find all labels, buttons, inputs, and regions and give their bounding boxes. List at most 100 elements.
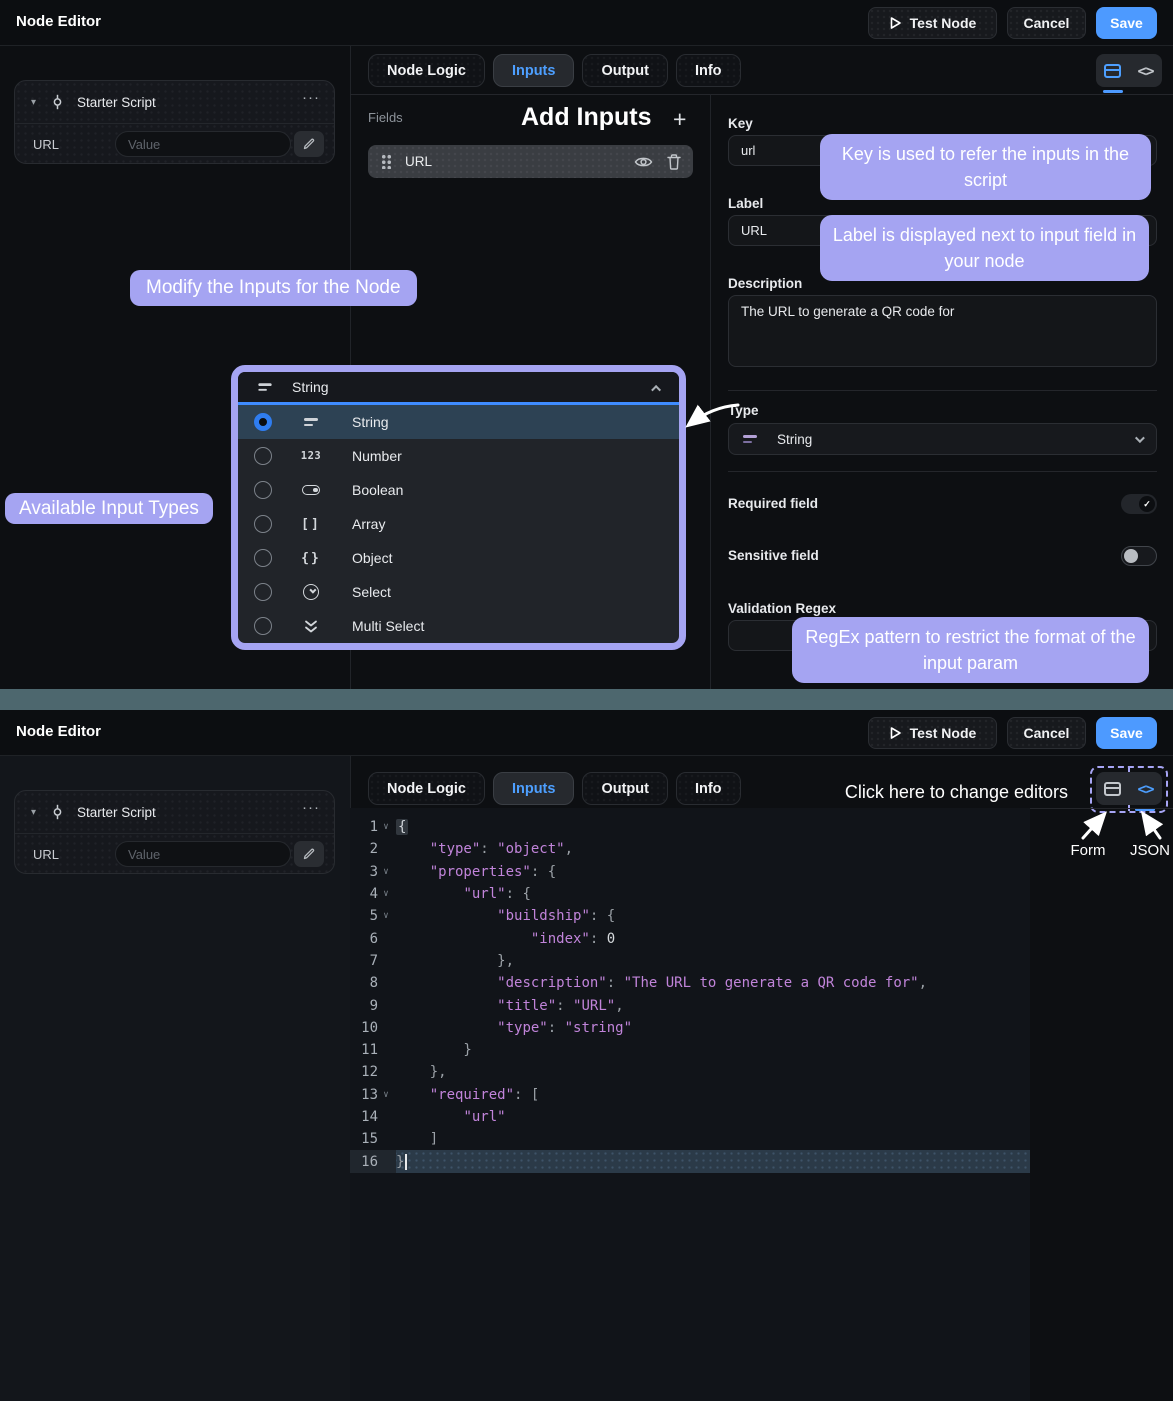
radio-icon[interactable] bbox=[254, 617, 272, 635]
cancel-button[interactable]: Cancel bbox=[1007, 7, 1086, 39]
form-view-button[interactable] bbox=[1096, 54, 1129, 87]
tab-output[interactable]: Output bbox=[582, 772, 668, 805]
tab-node-logic[interactable]: Node Logic bbox=[368, 772, 485, 805]
type-option-number[interactable]: 123Number bbox=[238, 439, 679, 473]
code-line[interactable]: 13∨ "required": [ bbox=[350, 1084, 1030, 1106]
required-toggle[interactable]: ✓ bbox=[1121, 494, 1157, 514]
type-option-object[interactable]: {}Object bbox=[238, 541, 679, 575]
label-callout: Label is displayed next to input field i… bbox=[820, 215, 1149, 281]
json-code-editor[interactable]: 1∨{2 "type": "object",3∨ "properties": {… bbox=[350, 808, 1030, 1401]
radio-icon[interactable] bbox=[254, 413, 272, 431]
code-line[interactable]: 14 "url" bbox=[350, 1106, 1030, 1128]
gutter: 9 bbox=[350, 994, 396, 1016]
code-line[interactable]: 4∨ "url": { bbox=[350, 883, 1030, 905]
collapse-caret-icon[interactable]: ▾ bbox=[31, 807, 36, 818]
divider bbox=[728, 471, 1157, 472]
trash-icon[interactable] bbox=[667, 154, 681, 170]
description-textarea[interactable]: The URL to generate a QR code for bbox=[728, 295, 1157, 367]
node-value-input[interactable] bbox=[115, 131, 291, 157]
starter-script-node-card[interactable]: ▾ Starter Script ··· URL bbox=[14, 80, 335, 164]
tab-inputs[interactable]: Inputs bbox=[493, 54, 575, 87]
code-line[interactable]: 16} bbox=[350, 1150, 1030, 1172]
fold-icon[interactable]: ∨ bbox=[378, 889, 394, 899]
sensitive-toggle[interactable] bbox=[1121, 546, 1157, 566]
radio-icon[interactable] bbox=[254, 549, 272, 567]
regex-label: Validation Regex bbox=[728, 601, 836, 616]
radio-icon[interactable] bbox=[254, 583, 272, 601]
fold-icon[interactable]: ∨ bbox=[378, 822, 394, 832]
fold-icon[interactable]: ∨ bbox=[378, 867, 394, 877]
type-option-select[interactable]: Select bbox=[238, 575, 679, 609]
line-number: 8 bbox=[350, 975, 378, 991]
test-node-button[interactable]: Test Node bbox=[868, 7, 997, 39]
add-input-button[interactable]: + bbox=[673, 106, 686, 133]
tab-info[interactable]: Info bbox=[676, 54, 741, 87]
test-node-button[interactable]: Test Node bbox=[868, 717, 997, 749]
radio-icon[interactable] bbox=[254, 515, 272, 533]
type-dropdown-header[interactable]: String bbox=[238, 372, 679, 402]
node-menu-icon[interactable]: ··· bbox=[302, 89, 320, 106]
tab-node-logic[interactable]: Node Logic bbox=[368, 54, 485, 87]
array-icon: [] bbox=[296, 517, 326, 532]
code-line[interactable]: 12 }, bbox=[350, 1061, 1030, 1083]
node-value-input[interactable] bbox=[115, 841, 291, 867]
editor-switch-arrows bbox=[1058, 814, 1173, 840]
type-option-array[interactable]: []Array bbox=[238, 507, 679, 541]
code-line[interactable]: 8 "description": "The URL to generate a … bbox=[350, 972, 1030, 994]
field-row-label: URL bbox=[405, 154, 432, 169]
code-line[interactable]: 9 "title": "URL", bbox=[350, 994, 1030, 1016]
description-label: Description bbox=[728, 276, 802, 291]
json-view-button[interactable]: <> bbox=[1129, 772, 1162, 805]
form-view-button[interactable] bbox=[1096, 772, 1129, 805]
code-line[interactable]: 10 "type": "string" bbox=[350, 1017, 1030, 1039]
fold-icon[interactable]: ∨ bbox=[378, 1090, 394, 1100]
tab-inputs[interactable]: Inputs bbox=[493, 772, 575, 805]
eye-icon[interactable] bbox=[634, 155, 653, 169]
node-menu-icon[interactable]: ··· bbox=[302, 799, 320, 816]
code-line[interactable]: 7 }, bbox=[350, 950, 1030, 972]
gutter: 8 bbox=[350, 972, 396, 994]
radio-icon[interactable] bbox=[254, 447, 272, 465]
check-icon: ✓ bbox=[1139, 496, 1155, 512]
line-number: 5 bbox=[350, 908, 378, 924]
pencil-icon bbox=[303, 138, 315, 150]
gutter: 13∨ bbox=[350, 1084, 396, 1106]
play-icon bbox=[889, 16, 902, 30]
save-button[interactable]: Save bbox=[1096, 717, 1157, 749]
line-number: 6 bbox=[350, 931, 378, 947]
tab-info[interactable]: Info bbox=[676, 772, 741, 805]
code-line[interactable]: 11 } bbox=[350, 1039, 1030, 1061]
code-line[interactable]: 6 "index": 0 bbox=[350, 927, 1030, 949]
node-field-label: URL bbox=[33, 137, 59, 152]
node-card-header: ▾ Starter Script ··· bbox=[15, 81, 334, 124]
json-arrow-label: JSON bbox=[1124, 842, 1173, 859]
starter-script-node-card[interactable]: ▾ Starter Script ··· URL bbox=[14, 790, 335, 874]
save-button[interactable]: Save bbox=[1096, 7, 1157, 39]
type-select[interactable]: String bbox=[728, 423, 1157, 455]
node-field-row: URL bbox=[15, 834, 334, 874]
code-line[interactable]: 5∨ "buildship": { bbox=[350, 905, 1030, 927]
fold-icon[interactable]: ∨ bbox=[378, 911, 394, 921]
cancel-button[interactable]: Cancel bbox=[1007, 717, 1086, 749]
code-line[interactable]: 15 ] bbox=[350, 1128, 1030, 1150]
editor-tab-bar: Node LogicInputsOutputInfo bbox=[368, 54, 741, 87]
code-line[interactable]: 1∨{ bbox=[350, 816, 1030, 838]
edit-value-button[interactable] bbox=[294, 131, 324, 157]
code-line[interactable]: 2 "type": "object", bbox=[350, 838, 1030, 860]
collapse-caret-icon[interactable]: ▾ bbox=[31, 97, 36, 108]
required-field-label: Required field bbox=[728, 496, 818, 511]
line-number: 7 bbox=[350, 953, 378, 969]
type-option-string[interactable]: String bbox=[238, 405, 679, 439]
code-view-icon: <> bbox=[1137, 62, 1153, 80]
type-option-multi-select[interactable]: Multi Select bbox=[238, 609, 679, 643]
drag-handle-icon[interactable] bbox=[381, 154, 392, 169]
type-option-boolean[interactable]: Boolean bbox=[238, 473, 679, 507]
edit-value-button[interactable] bbox=[294, 841, 324, 867]
line-number: 4 bbox=[350, 886, 378, 902]
input-field-row[interactable]: URL bbox=[368, 145, 693, 178]
json-view-button[interactable]: <> bbox=[1129, 54, 1162, 87]
page-title: Node Editor bbox=[16, 723, 101, 740]
tab-output[interactable]: Output bbox=[582, 54, 668, 87]
radio-icon[interactable] bbox=[254, 481, 272, 499]
code-line[interactable]: 3∨ "properties": { bbox=[350, 861, 1030, 883]
